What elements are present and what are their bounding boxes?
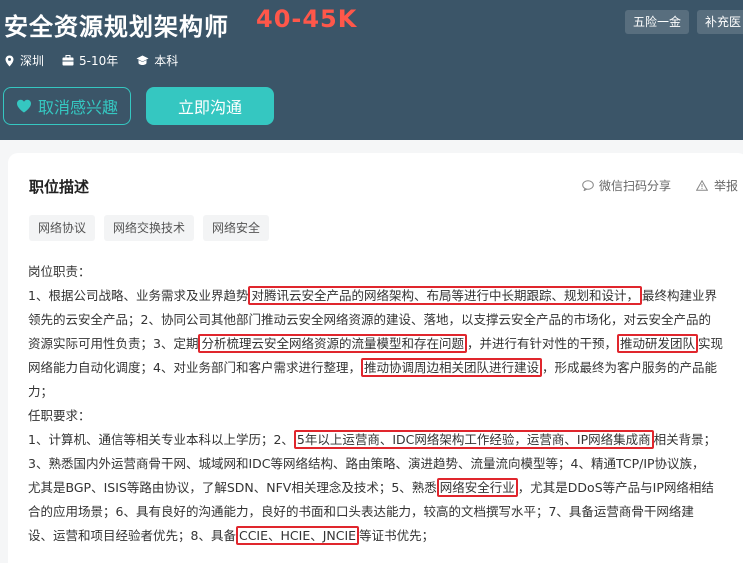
text-segment: 实现 — [698, 336, 724, 351]
job-title: 安全资源规划架构师 — [4, 13, 229, 41]
chat-bubble-icon — [582, 180, 594, 191]
job-header: 安全资源规划架构师 40-45K 五险一金 补充医 深圳 5-10年 本科 取消… — [0, 0, 743, 140]
location-pin-icon — [5, 55, 14, 66]
text-segment: ，尤其是DDoS等产品与IP网络相结 — [517, 480, 714, 495]
text-segment: 3、熟悉国内外运营商骨干网、城域网和IDC等网络结构、路由策略、演进趋势、流量流… — [28, 456, 705, 471]
location-text: 深圳 — [20, 54, 45, 68]
highlighted-text: 推动协调周边相关团队进行建设 — [360, 358, 542, 377]
job-meta: 深圳 5-10年 本科 — [4, 52, 196, 69]
briefcase-icon — [62, 55, 74, 66]
text-segment: 1、根据公司战略、业务需求及业界趋势 — [28, 288, 249, 303]
text-segment: ，并进行有针对性的干预， — [466, 336, 617, 351]
description-line: 合的应用场景；6、具有良好的沟通能力，良好的书面和口头表达能力，较高的文档撰写水… — [28, 500, 743, 524]
warning-icon — [696, 180, 708, 191]
report-button[interactable]: 举报 — [696, 177, 738, 194]
benefit-tags: 五险一金 补充医 — [625, 10, 743, 34]
skill-tag[interactable]: 网络安全 — [203, 215, 270, 241]
unfollow-button[interactable]: 取消感兴趣 — [3, 87, 131, 125]
highlighted-text: 推动研发团队 — [617, 334, 699, 353]
responsibilities-heading: 岗位职责： — [28, 264, 91, 279]
description-line: 尤其是BGP、ISIS等路由协议，了解SDN、NFV相关理念及技术；5、熟悉 网络… — [28, 476, 743, 500]
experience: 5-10年 — [62, 52, 118, 69]
benefit-tag: 补充医 — [697, 10, 743, 34]
wechat-share-button[interactable]: 微信扫码分享 — [582, 177, 671, 194]
job-detail-card: 职位描述 微信扫码分享 举报 网络协议 网络交换技术 网络安全 岗位职责： 1、… — [8, 153, 743, 563]
section-title: 职位描述 — [29, 178, 90, 196]
description-line: 设、运营和项目经验者优先；8、具备 CCIE、HCIE、JNCIE 等证书优先； — [28, 524, 743, 548]
salary: 40-45K — [256, 5, 358, 33]
chat-now-button[interactable]: 立即沟通 — [146, 87, 274, 125]
text-segment: 力； — [28, 384, 54, 399]
text-segment: 领先的云安全产品；2、协同公司其他部门推动云安全网络资源的建设、落地，以支撑云安… — [28, 312, 711, 327]
highlighted-text: 分析梳理云安全网络资源的流量模型和存在问题 — [198, 334, 467, 353]
highlighted-text: 网络安全行业 — [436, 478, 518, 497]
highlighted-text: CCIE、HCIE、JNCIE — [235, 526, 360, 545]
description-line: 领先的云安全产品；2、协同公司其他部门推动云安全网络资源的建设、落地，以支撑云安… — [28, 308, 743, 332]
education-text: 本科 — [154, 54, 179, 68]
share-label: 微信扫码分享 — [599, 179, 672, 193]
skill-tags: 网络协议 网络交换技术 网络安全 — [29, 215, 270, 241]
text-segment: 尤其是BGP、ISIS等路由协议，了解SDN、NFV相关理念及技术；5、熟悉 — [28, 480, 437, 495]
job-description: 岗位职责： 1、根据公司战略、业务需求及业界趋势 对腾讯云安全产品的网络架构、布局… — [28, 260, 743, 548]
highlighted-text: 对腾讯云安全产品的网络架构、布局等进行中长期跟踪、规划和设计， — [248, 286, 642, 305]
text-segment: ，形成最终为客户服务的产品能 — [541, 360, 717, 375]
report-label: 举报 — [714, 179, 739, 193]
description-line: 1、计算机、通信等相关专业本科以上学历；2、 5年以上运营商、IDC网络架构工作经… — [28, 428, 743, 452]
description-line: 网络能力自动化调度；4、对业务部门和客户需求进行整理， 推动协调周边相关团队进行建… — [28, 356, 743, 380]
requirements-heading: 任职要求： — [28, 408, 91, 423]
description-line: 资源实际可用性负责；3、定期 分析梳理云安全网络资源的流量模型和存在问题 ，并进行有… — [28, 332, 743, 356]
text-segment: 相关背景； — [653, 432, 717, 447]
text-segment: 设、运营和项目经验者优先；8、具备 — [28, 528, 236, 543]
text-segment: 网络能力自动化调度；4、对业务部门和客户需求进行整理， — [28, 360, 361, 375]
text-segment: 最终构建业界 — [641, 288, 717, 303]
text-segment: 等证书优先； — [359, 528, 435, 543]
text-segment: 1、计算机、通信等相关专业本科以上学历；2、 — [28, 432, 294, 447]
heart-icon — [16, 99, 31, 113]
skill-tag[interactable]: 网络协议 — [29, 215, 96, 241]
education: 本科 — [136, 52, 178, 69]
experience-text: 5-10年 — [79, 54, 119, 68]
skill-tag[interactable]: 网络交换技术 — [104, 215, 195, 241]
chat-label: 立即沟通 — [177, 98, 242, 117]
text-segment: 合的应用场景；6、具有良好的沟通能力，良好的书面和口头表达能力，较高的文档撰写水… — [28, 504, 694, 519]
description-line: 3、熟悉国内外运营商骨干网、城域网和IDC等网络结构、路由策略、演进趋势、流量流… — [28, 452, 743, 476]
description-line: 力； — [28, 380, 743, 404]
highlighted-text: 5年以上运营商、IDC网络架构工作经验，运营商、IP网络集成商 — [293, 430, 654, 449]
unfollow-label: 取消感兴趣 — [37, 98, 118, 117]
benefit-tag: 五险一金 — [625, 10, 690, 34]
graduation-cap-icon — [136, 55, 149, 65]
text-segment: 资源实际可用性负责；3、定期 — [28, 336, 199, 351]
location: 深圳 — [4, 52, 44, 69]
description-line: 1、根据公司战略、业务需求及业界趋势 对腾讯云安全产品的网络架构、布局等进行中长期… — [28, 284, 743, 308]
